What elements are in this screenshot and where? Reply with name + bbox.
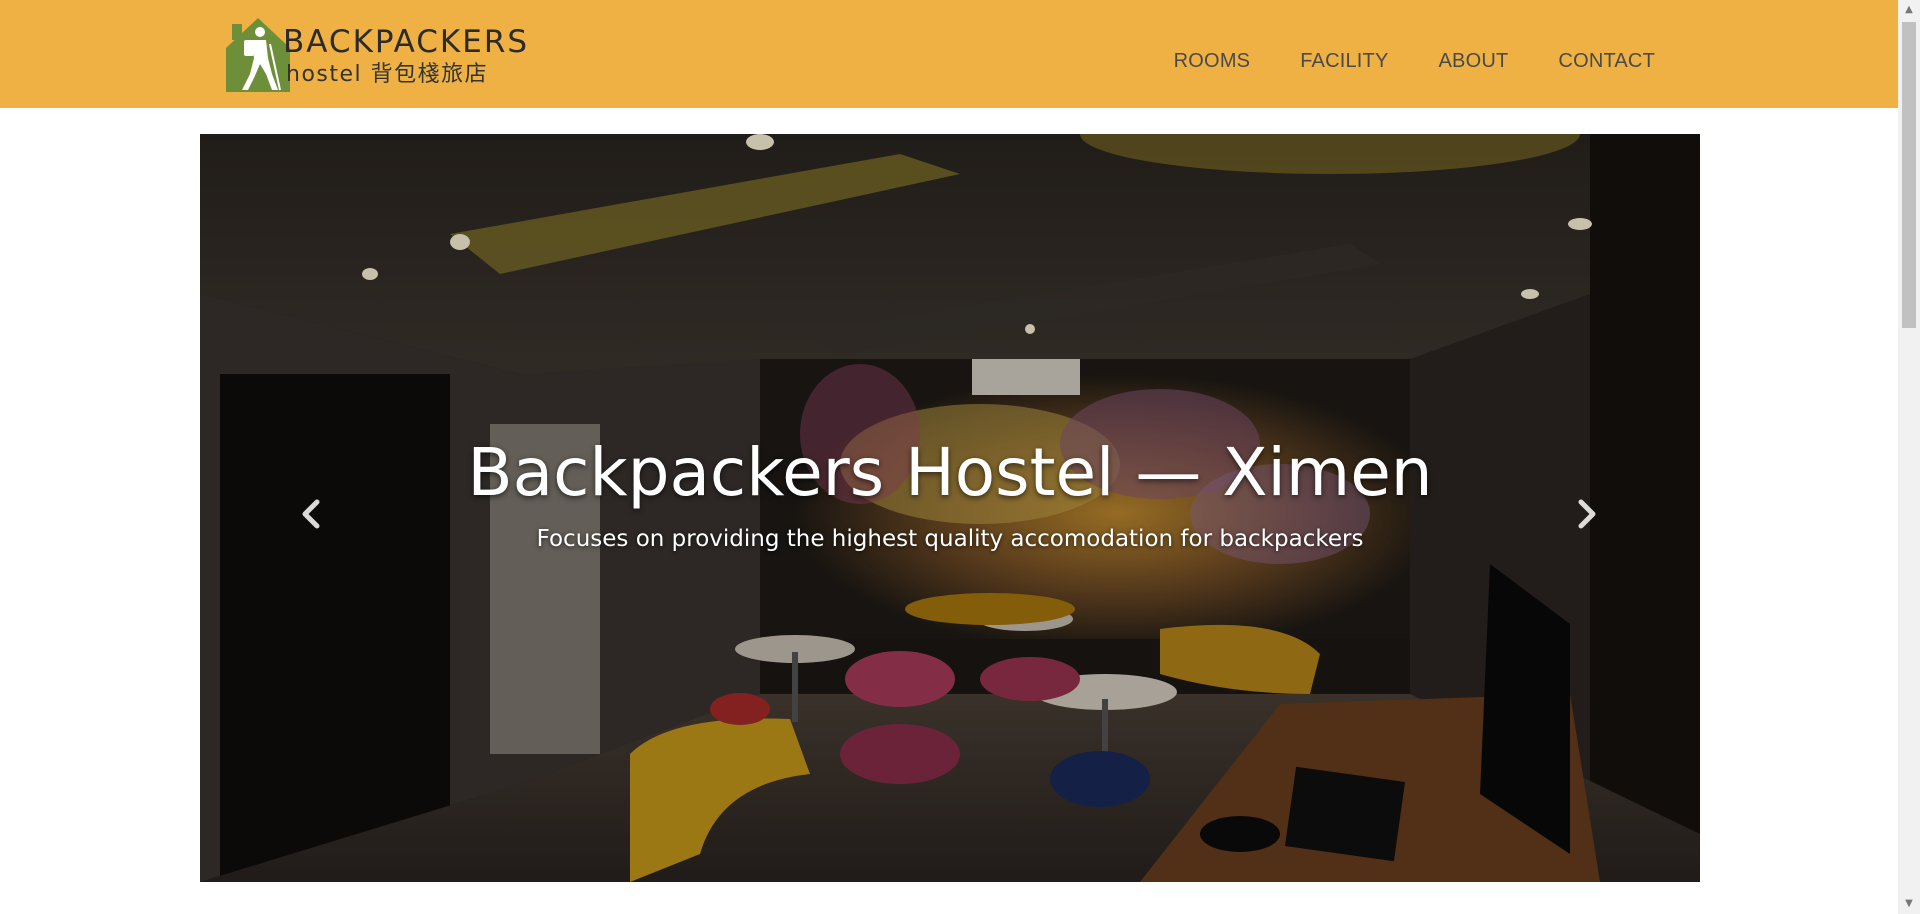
logo-subtitle: hostel 背包棧旅店 <box>286 62 489 87</box>
house-hiker-icon <box>226 18 290 92</box>
site-logo[interactable]: BACKPACKERS hostel 背包棧旅店 <box>222 18 532 92</box>
page: BACKPACKERS hostel 背包棧旅店 ROOMS FACILITY … <box>0 0 1920 914</box>
page-scrollbar[interactable]: ▲ ▼ <box>1898 0 1920 914</box>
logo-title: BACKPACKERS <box>283 24 530 60</box>
scroll-thumb[interactable] <box>1902 22 1916 328</box>
hero-carousel: Backpackers Hostel — Ximen Focuses on pr… <box>200 134 1700 882</box>
nav-rooms[interactable]: ROOMS <box>1174 44 1251 78</box>
hero-subtitle: Focuses on providing the highest quality… <box>536 526 1364 552</box>
nav-contact[interactable]: CONTACT <box>1558 44 1655 78</box>
chevron-right-icon <box>1578 499 1596 529</box>
site-header: BACKPACKERS hostel 背包棧旅店 ROOMS FACILITY … <box>0 0 1898 108</box>
scroll-up-arrow-icon[interactable]: ▲ <box>1898 0 1920 20</box>
nav-facility[interactable]: FACILITY <box>1300 44 1388 78</box>
carousel-prev-button[interactable] <box>292 494 332 534</box>
hero-title: Backpackers Hostel — Ximen <box>467 434 1433 511</box>
nav-about[interactable]: ABOUT <box>1439 44 1509 78</box>
carousel-next-button[interactable] <box>1566 494 1606 534</box>
main-nav: ROOMS FACILITY ABOUT CONTACT <box>1174 44 1655 78</box>
chevron-left-icon <box>302 499 320 529</box>
scroll-down-arrow-icon[interactable]: ▼ <box>1898 894 1920 914</box>
